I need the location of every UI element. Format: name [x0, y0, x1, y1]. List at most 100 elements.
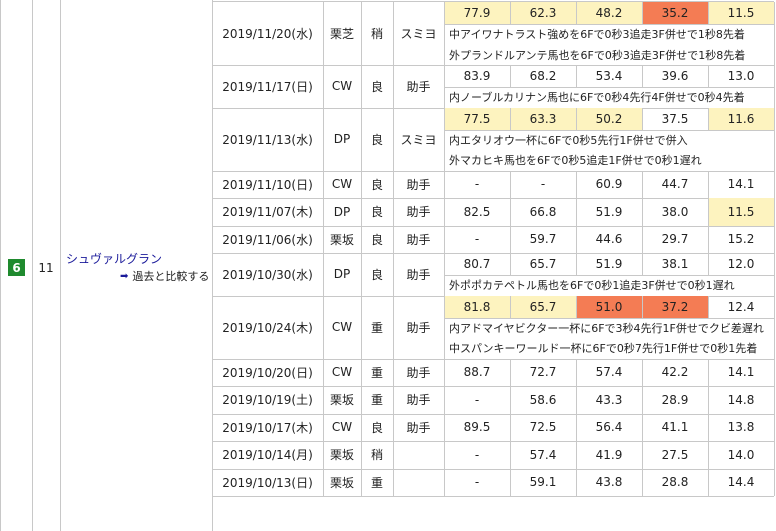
col-divider [444, 358, 445, 386]
col-divider [576, 441, 577, 469]
col-divider [774, 65, 775, 87]
workout-time: 57.4 [595, 365, 623, 380]
workout-time: 59.1 [529, 475, 557, 490]
col-divider [576, 386, 577, 414]
col-divider [323, 107, 324, 171]
workout-time: 88.7 [463, 365, 491, 380]
col-divider [323, 468, 324, 496]
col-divider [642, 386, 643, 414]
col-divider [323, 295, 324, 359]
workout-course: CW [331, 79, 353, 94]
umaban: 11 [38, 260, 54, 275]
workout-course: 栗芝 [329, 27, 354, 41]
col-divider [323, 170, 324, 198]
workout-rider [393, 469, 444, 497]
workout-time: 13.0 [727, 69, 755, 83]
col-divider [393, 170, 394, 198]
col-divider [510, 107, 511, 130]
workout-time: 11.5 [708, 2, 774, 24]
workout-time: - [474, 232, 480, 247]
compare-link[interactable]: ➡ 過去と比較する [120, 268, 209, 284]
workout-time: - [474, 177, 480, 192]
workout-time: 51.9 [595, 257, 623, 271]
col-divider [510, 413, 511, 441]
workout-time: 15.2 [727, 232, 755, 247]
col-divider [361, 253, 362, 296]
workout-time: 77.9 [444, 2, 510, 24]
col-divider [510, 225, 511, 253]
col-divider [444, 386, 445, 414]
workout-condition: 稍 [370, 448, 383, 463]
col-divider [510, 441, 511, 469]
workout-condition: 良 [370, 420, 383, 435]
workout-rider: 助手 [406, 177, 431, 192]
col-divider [361, 358, 362, 386]
workout-time: 37.2 [642, 295, 708, 318]
col-divider [361, 107, 362, 171]
workout-time: 41.1 [661, 420, 689, 435]
workout-rider: スミヨ [400, 27, 437, 41]
col-divider [576, 225, 577, 253]
workout-time: 82.5 [463, 204, 491, 219]
workout-rider: 助手 [406, 393, 431, 408]
col-divider [708, 441, 709, 469]
col-divider [774, 253, 775, 275]
workout-course: DP [333, 204, 351, 219]
table-border [60, 0, 61, 531]
workout-time: 83.9 [463, 69, 491, 83]
workout-date: 2019/11/10(日) [222, 177, 313, 192]
col-divider [708, 468, 709, 496]
col-divider [774, 386, 775, 414]
workout-course: 栗坂 [329, 475, 354, 490]
col-divider [576, 413, 577, 441]
workout-course: CW [331, 365, 353, 380]
training-table: 6 11 シュヴァルグラン ➡ 過去と比較する 2019/11/20(水) 栗芝稍… [0, 0, 776, 531]
horse-name-link[interactable]: シュヴァルグラン [66, 250, 162, 267]
col-divider [323, 2, 324, 65]
workout-course: 栗坂 [329, 393, 354, 408]
col-divider [393, 386, 394, 414]
compare-label: 過去と比較する [132, 270, 210, 283]
workout-time: - [474, 392, 480, 407]
col-divider [642, 107, 643, 130]
workout-time: 63.3 [510, 107, 576, 130]
workout-note: 外マカヒキ馬也を6Fで0秒5追走1F併せで0秒1遅れ [449, 154, 702, 168]
workout-rider: 助手 [406, 320, 431, 335]
workout-time: 38.0 [661, 204, 689, 219]
workout-time: 41.9 [595, 447, 623, 462]
workout-note: 中アイワナトラスト強めを6Fで0秒3追走3F併せで1秒8先着 [449, 28, 745, 42]
workout-time: - [540, 177, 546, 192]
workout-rider [393, 441, 444, 469]
table-border [0, 0, 1, 531]
col-divider [708, 386, 709, 414]
workout-note: 中スパンキーワールド一杯に6Fで0秒7先行1F併せで0秒1先着 [449, 342, 758, 356]
col-divider [323, 65, 324, 108]
col-divider [510, 198, 511, 226]
workout-time: 28.8 [661, 475, 689, 490]
workout-time: 11.5 [708, 198, 774, 226]
workout-time: 72.7 [529, 365, 557, 380]
waku-badge: 6 [8, 259, 25, 276]
workout-time: 29.7 [661, 232, 689, 247]
col-divider [361, 413, 362, 441]
workout-rider: 助手 [406, 365, 431, 380]
workout-rider: 助手 [406, 232, 431, 247]
workout-time: 14.4 [727, 475, 755, 490]
col-divider [774, 198, 775, 226]
col-divider [576, 253, 577, 275]
col-divider [361, 65, 362, 108]
col-divider [444, 198, 445, 226]
workout-condition: 良 [370, 205, 383, 220]
col-divider [708, 107, 709, 130]
workout-time: 68.2 [529, 69, 557, 83]
workout-date: 2019/10/13(日) [222, 475, 313, 490]
workout-date: 2019/11/06(水) [222, 232, 313, 247]
col-divider [774, 468, 775, 496]
workout-time: 14.0 [727, 447, 755, 462]
col-divider [510, 358, 511, 386]
col-divider [393, 295, 394, 359]
workout-time: 11.6 [708, 107, 774, 130]
workout-time: 12.4 [727, 299, 755, 314]
workout-time: 14.8 [727, 392, 755, 407]
col-divider [576, 468, 577, 496]
